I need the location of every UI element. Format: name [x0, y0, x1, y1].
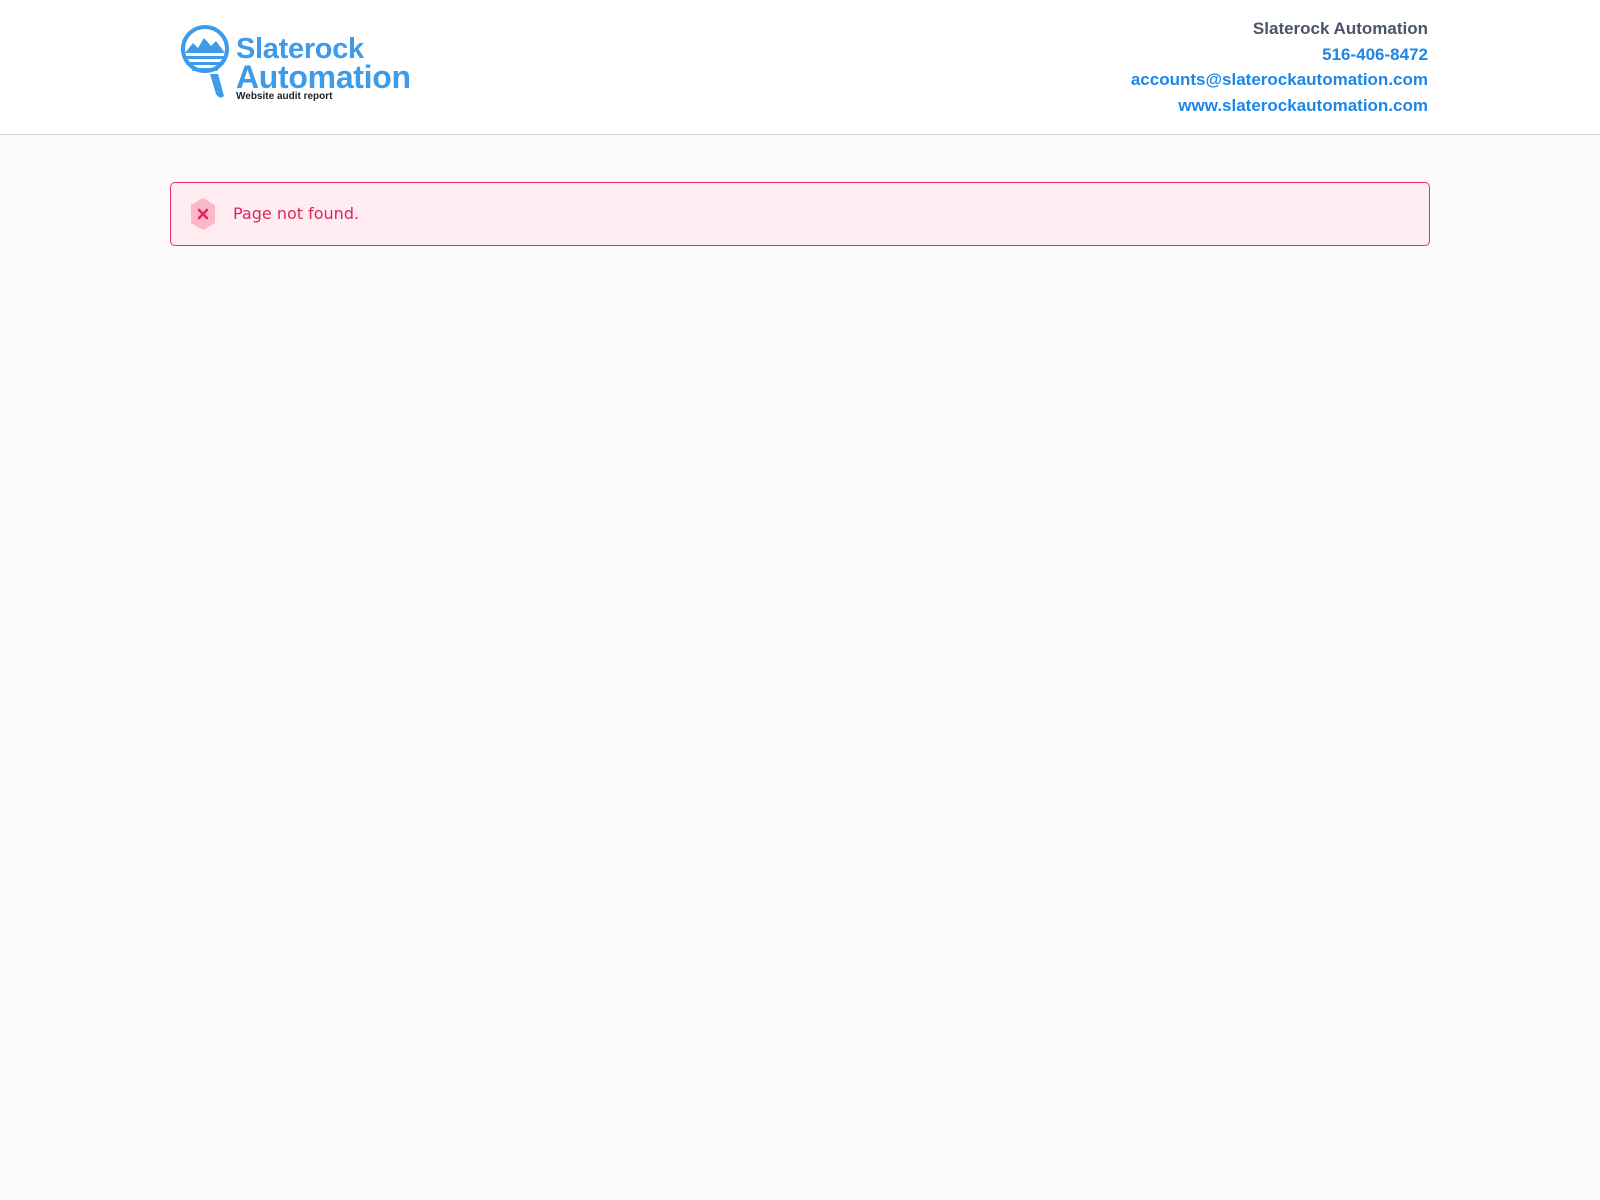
page-header: Slaterock Automation Website audit repor… — [0, 0, 1600, 135]
contact-email-link[interactable]: accounts@slaterockautomation.com — [1131, 67, 1428, 93]
error-alert: Page not found. — [170, 182, 1430, 246]
contact-phone-link[interactable]: 516-406-8472 — [1131, 42, 1428, 68]
contact-block: Slaterock Automation 516-406-8472 accoun… — [1131, 16, 1428, 118]
error-hexagon-icon — [191, 198, 215, 230]
brand-name-line-2: Automation — [236, 59, 411, 95]
contact-company-name: Slaterock Automation — [1252, 19, 1428, 38]
alert-message: Page not found. — [233, 204, 360, 223]
contact-website-link[interactable]: www.slaterockautomation.com — [1131, 93, 1428, 119]
brand-tagline: Website audit report — [236, 91, 333, 102]
